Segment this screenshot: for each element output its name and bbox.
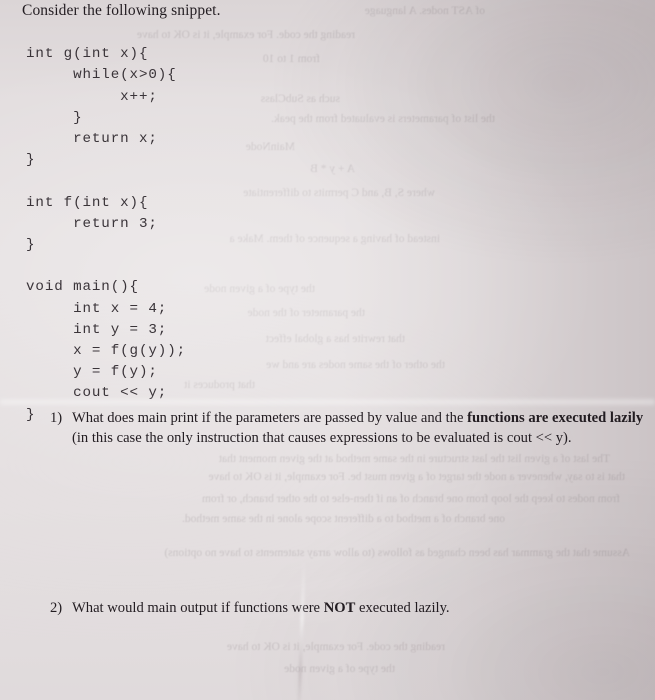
bleed-line: the list of parameters is evaluated from… xyxy=(271,113,495,125)
question-1-number: 1) xyxy=(50,410,63,426)
question-2-text-a: What would main output if functions were xyxy=(72,600,324,616)
code-snippet: int g(int x){ while(x>0){ x++; } return … xyxy=(26,46,187,423)
bleed-line: that is to say, whenever a node the targ… xyxy=(208,471,625,483)
bleed-line: the type of a given node xyxy=(204,283,315,295)
paper-crease-vertical xyxy=(297,559,306,700)
bleed-line: A + y * B xyxy=(310,163,355,175)
bleed-line: one branch of a method to a different sc… xyxy=(182,513,505,525)
bleed-line: that rewrite has a global effect xyxy=(265,333,405,345)
question-2-number: 2) xyxy=(50,600,63,616)
bleed-line: the parameter of the node xyxy=(247,307,366,319)
question-2-emphasis: NOT xyxy=(323,600,356,616)
question-2-line-1: What would main output if functions were… xyxy=(72,599,610,619)
bleed-line: from nodes to keep the loop from one bra… xyxy=(201,493,620,505)
bleed-line: such as SubClass xyxy=(260,93,340,105)
bleed-line: of AST nodes. A language xyxy=(364,5,485,17)
scanned-page: of AST nodes. A language reading the cod… xyxy=(0,0,655,700)
bleed-line: Assume that the grammar has been changed… xyxy=(164,547,630,559)
question-1-line-1: What does main print if the parameters a… xyxy=(72,409,655,429)
question-1: 1) What does main print if the parameter… xyxy=(50,409,655,448)
bleed-line: reading the code. For example, it is OK … xyxy=(226,641,445,653)
intro-text: Consider the following snippet. xyxy=(22,2,221,19)
bleed-line: reading the code. For example, it is OK … xyxy=(136,29,355,41)
bleed-line: The last of a given list the last struct… xyxy=(218,453,610,465)
question-2-body: What would main output if functions were… xyxy=(72,599,610,619)
bleed-line: the type of a given node xyxy=(284,663,395,675)
bleed-line: the other of the same nodes are and we xyxy=(266,359,445,371)
bleed-line: MainNode xyxy=(245,141,295,153)
bleed-line: where S, B, and C permits to differentia… xyxy=(243,187,435,199)
question-1-text-a: What does main print if the parameters a… xyxy=(72,410,468,426)
question-1-line-2: (in this case the only instruction that … xyxy=(72,429,572,446)
question-1-emphasis: functions are executed lazily xyxy=(467,410,644,426)
bleed-line: from 1 to 10 xyxy=(262,53,320,65)
bleed-line: instead of having a sequence of them. Ma… xyxy=(229,233,440,245)
question-2-text-b: executed lazily. xyxy=(355,600,450,616)
question-2: 2) What would main output if functions w… xyxy=(50,599,610,619)
question-1-body: What does main print if the parameters a… xyxy=(72,409,655,448)
bleed-line: that produces it xyxy=(184,379,255,391)
